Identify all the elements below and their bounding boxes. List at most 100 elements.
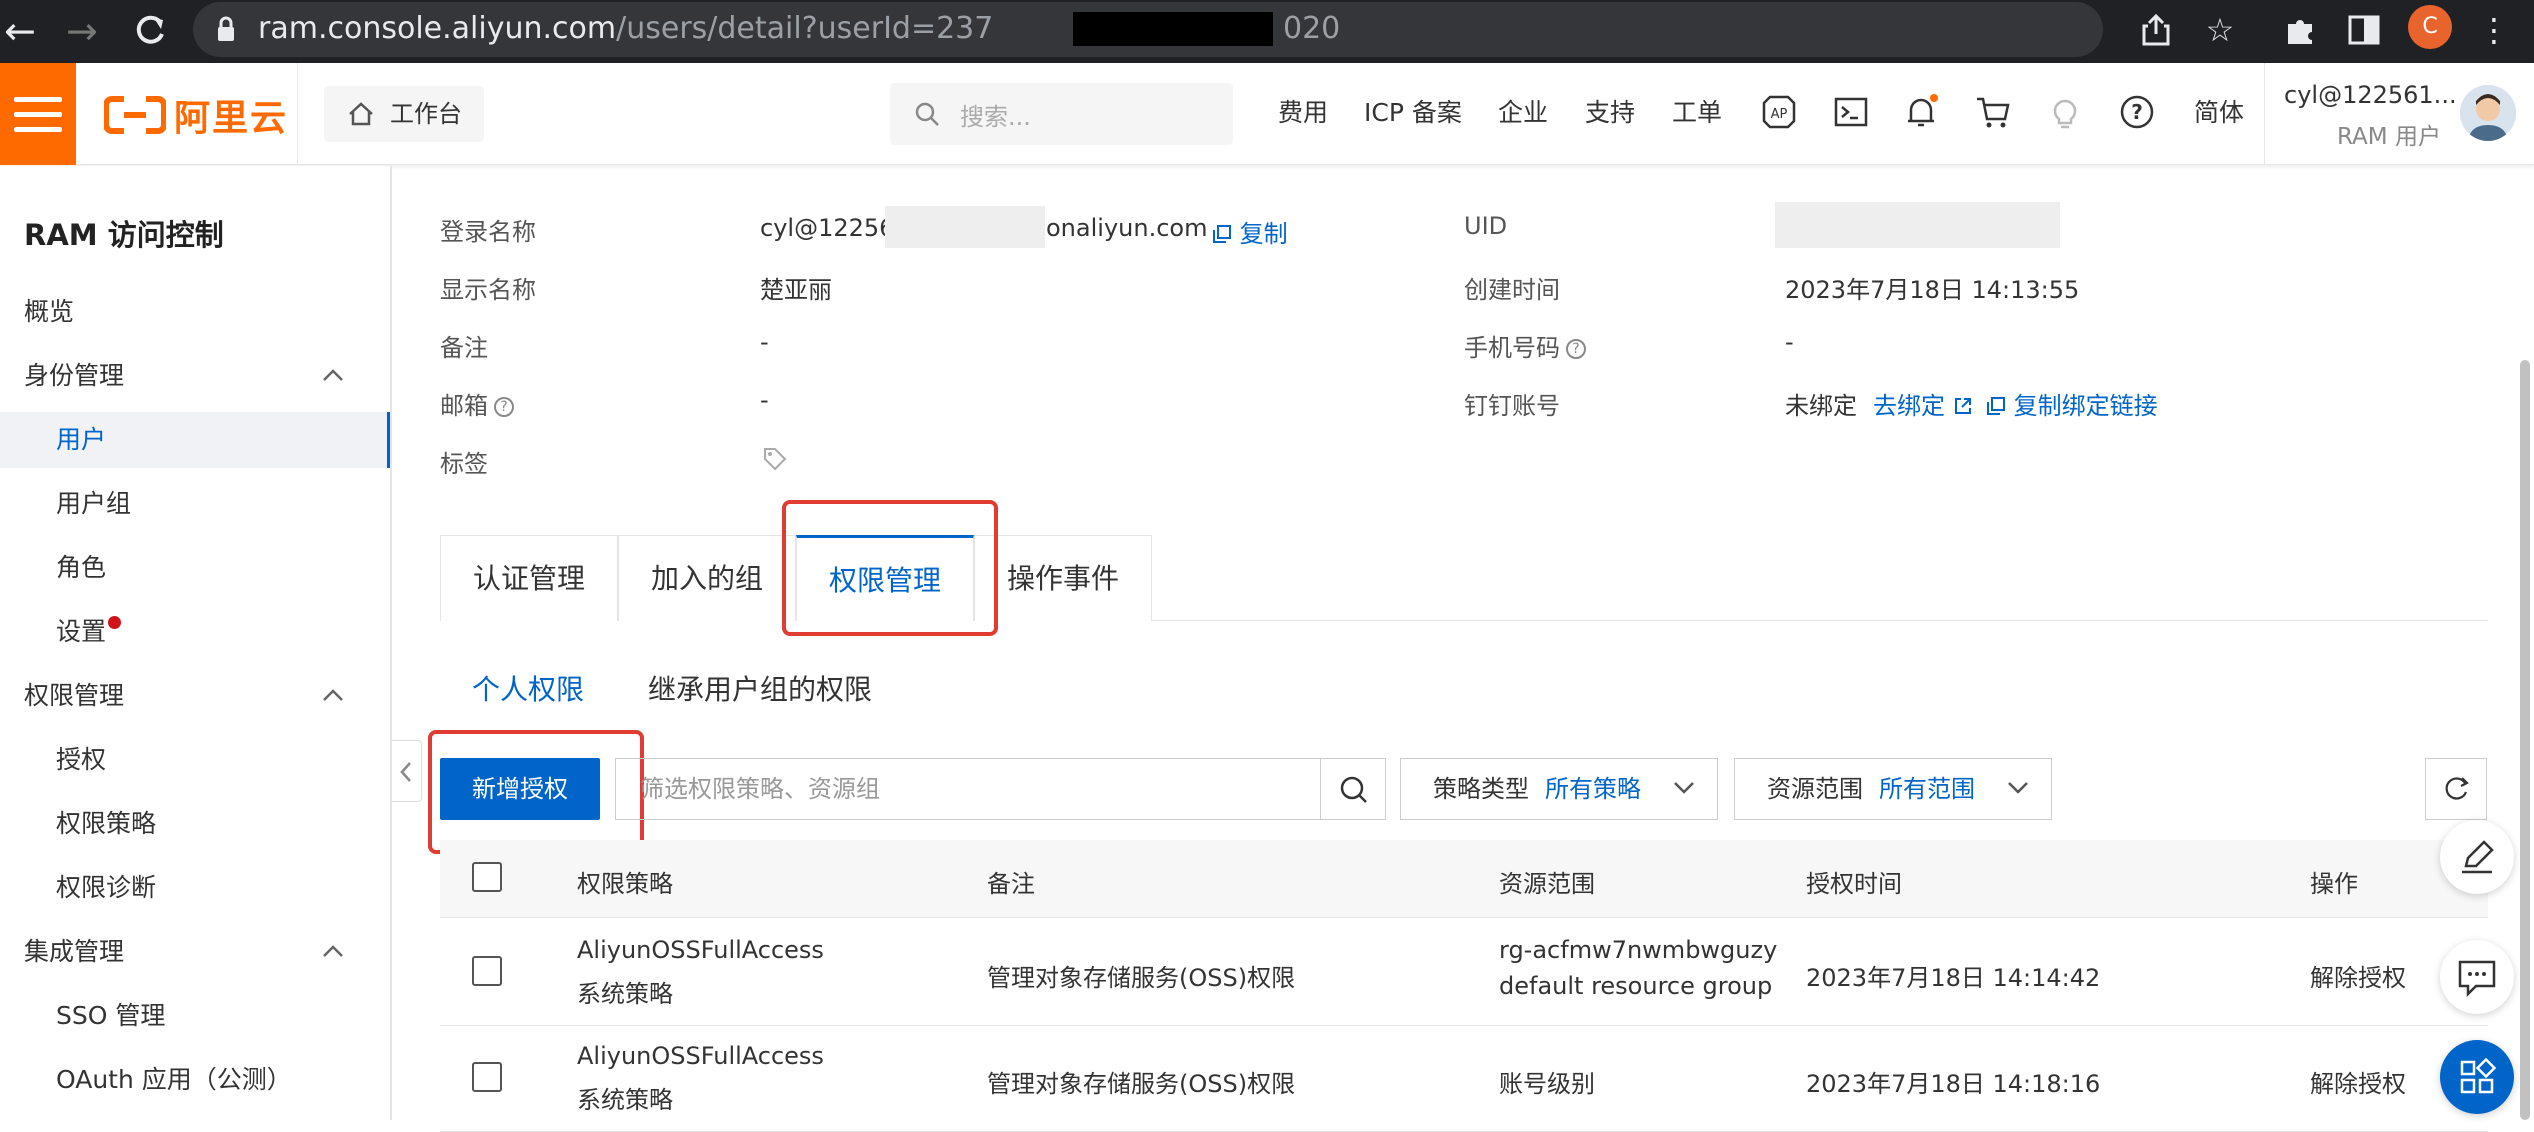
refresh-button[interactable] [2425, 758, 2487, 820]
reload-icon[interactable] [130, 10, 170, 50]
sidebar-item-users[interactable]: 用户 [0, 412, 390, 468]
sidebar-item-label: 权限诊断 [56, 873, 157, 902]
bind-link-label: 去绑定 [1873, 392, 1945, 420]
sidebar-item-sso[interactable]: SSO 管理 [0, 988, 390, 1044]
sidebar-group-permissions[interactable]: 权限管理 [0, 668, 390, 724]
bind-dingtalk-link[interactable]: 去绑定 [1873, 386, 1973, 421]
redacted-login [885, 206, 1045, 248]
share-icon[interactable] [2138, 12, 2174, 48]
edit-float-button[interactable] [2440, 820, 2514, 894]
policy-type-select[interactable]: 策略类型 所有策略 [1400, 758, 1718, 820]
user-account-name[interactable]: cyl@122561... [2284, 81, 2457, 109]
tag-icon[interactable] [762, 446, 788, 472]
sidebar-group-identity[interactable]: 身份管理 [0, 348, 390, 404]
sidebar-item-grant[interactable]: 授权 [0, 732, 390, 788]
refresh-icon [2445, 777, 2469, 800]
chevron-left-icon [400, 762, 411, 782]
resource-scope-select[interactable]: 资源范围 所有范围 [1734, 758, 2052, 820]
subtab-personal-permissions[interactable]: 个人权限 [472, 668, 584, 708]
sidebar-item-label: 权限管理 [24, 681, 125, 710]
tab-authentication[interactable]: 认证管理 [440, 535, 618, 621]
created-time-label: 创建时间 [1464, 276, 1560, 304]
language-switch[interactable]: 简体 [2194, 97, 2244, 129]
feedback-float-button[interactable] [2440, 940, 2514, 1014]
nav-support[interactable]: 支持 [1585, 97, 1635, 129]
address-bar[interactable]: ram.console.aliyun.com/users/detail?user… [193, 2, 2103, 57]
sidebar-item-label: SSO 管理 [56, 1001, 166, 1030]
revoke-button[interactable]: 解除授权 [2310, 958, 2406, 993]
sidebar-item-overview[interactable]: 概览 [0, 284, 390, 340]
more-menu-icon[interactable]: ⋮ [2476, 12, 2512, 48]
notification-dot [108, 616, 122, 629]
resource-scope-label: 资源范围 [1767, 775, 1863, 803]
sidebar-item-oauth[interactable]: OAuth 应用（公测） [0, 1052, 390, 1108]
forward-icon[interactable]: → [66, 8, 98, 54]
nav-billing[interactable]: 费用 [1278, 97, 1328, 129]
scrollbar[interactable] [2520, 360, 2530, 1120]
lightbulb-icon[interactable] [2046, 93, 2084, 131]
redacted-url [1073, 12, 1273, 46]
sidebar-item-diagnosis[interactable]: 权限诊断 [0, 860, 390, 916]
sidebar-item-label: 身份管理 [24, 361, 125, 390]
hamburger-menu-icon[interactable] [0, 63, 76, 165]
console-topbar: 阿里云 工作台 搜索... 费用 ICP 备案 企业 支持 工单 AP ? 简体… [0, 63, 2534, 165]
copy-bind-link-button[interactable]: 复制绑定链接 [1986, 386, 2158, 421]
apps-float-button[interactable] [2440, 1040, 2514, 1114]
workbench-button[interactable]: 工作台 [324, 86, 484, 142]
login-name-suffix: onaliyun.com [1046, 214, 1208, 242]
nav-ticket[interactable]: 工单 [1672, 97, 1722, 129]
divider [2264, 63, 2265, 165]
filter-search-button[interactable] [1320, 758, 1386, 820]
table-row: AliyunOSSFullAccess 系统策略 管理对象存储服务(OSS)权限… [440, 1026, 2488, 1132]
policy-type: 系统策略 [577, 1086, 673, 1114]
help-icon[interactable]: ? [1566, 339, 1586, 359]
user-avatar[interactable] [2460, 85, 2516, 141]
sidebar-item-label: 概览 [24, 297, 75, 326]
chevron-up-icon [323, 369, 343, 381]
nav-enterprise[interactable]: 企业 [1498, 97, 1548, 129]
extensions-icon[interactable] [2282, 12, 2318, 48]
subtab-inherited-permissions[interactable]: 继承用户组的权限 [648, 668, 872, 708]
row-checkbox[interactable] [472, 1062, 502, 1092]
home-icon [349, 102, 373, 126]
resource-group-name: default resource group [1499, 972, 1773, 1000]
aliyun-logo[interactable]: 阿里云 [103, 93, 288, 139]
sidebar-item-label: 集成管理 [24, 937, 125, 966]
bookmark-star-icon[interactable]: ☆ [2202, 12, 2238, 48]
sidepanel-icon[interactable] [2346, 12, 2382, 48]
help-icon[interactable]: ? [2118, 93, 2156, 131]
nav-icp[interactable]: ICP 备案 [1364, 97, 1462, 129]
global-search-input[interactable]: 搜索... [890, 83, 1233, 145]
policy-remark: 管理对象存储服务(OSS)权限 [987, 964, 1296, 992]
terminal-icon[interactable] [1832, 93, 1870, 131]
created-time-value: 2023年7月18日 14:13:55 [1785, 276, 2080, 304]
sidebar-item-label: 权限策略 [56, 809, 157, 838]
tab-events[interactable]: 操作事件 [974, 535, 1152, 621]
back-icon[interactable]: ← [4, 8, 36, 54]
filter-input[interactable]: 筛选权限策略、资源组 [615, 758, 1321, 820]
help-icon[interactable]: ? [494, 397, 514, 417]
sidebar-item-label: 角色 [56, 553, 107, 582]
profile-avatar[interactable]: C [2408, 5, 2452, 49]
policy-remark: 管理对象存储服务(OSS)权限 [987, 1070, 1296, 1098]
select-all-checkbox[interactable] [472, 862, 502, 892]
revoke-button[interactable]: 解除授权 [2310, 1064, 2406, 1099]
sidebar-item-policies[interactable]: 权限策略 [0, 796, 390, 852]
notification-bell-icon[interactable] [1902, 93, 1940, 131]
tab-groups[interactable]: 加入的组 [618, 535, 796, 621]
remark-value: - [760, 328, 769, 356]
api-icon[interactable]: AP [1760, 93, 1798, 131]
sidebar-collapse-button[interactable] [392, 740, 422, 802]
resource-group-link[interactable]: rg-acfmw7nwmbwguzy [1499, 936, 1777, 964]
sidebar-item-roles[interactable]: 角色 [0, 540, 390, 596]
row-checkbox[interactable] [472, 956, 502, 986]
sidebar-item-settings[interactable]: 设置 [0, 604, 390, 660]
sidebar-group-integration[interactable]: 集成管理 [0, 924, 390, 980]
copy-login-button[interactable]: 复制 [1212, 214, 1288, 249]
policy-name-link[interactable]: AliyunOSSFullAccess [577, 936, 824, 964]
aliyun-logo-text: 阿里云 [174, 98, 289, 139]
cart-icon[interactable] [1974, 93, 2012, 131]
lock-icon [218, 16, 234, 41]
policy-name-link[interactable]: AliyunOSSFullAccess [577, 1042, 824, 1070]
sidebar-item-user-groups[interactable]: 用户组 [0, 476, 390, 532]
